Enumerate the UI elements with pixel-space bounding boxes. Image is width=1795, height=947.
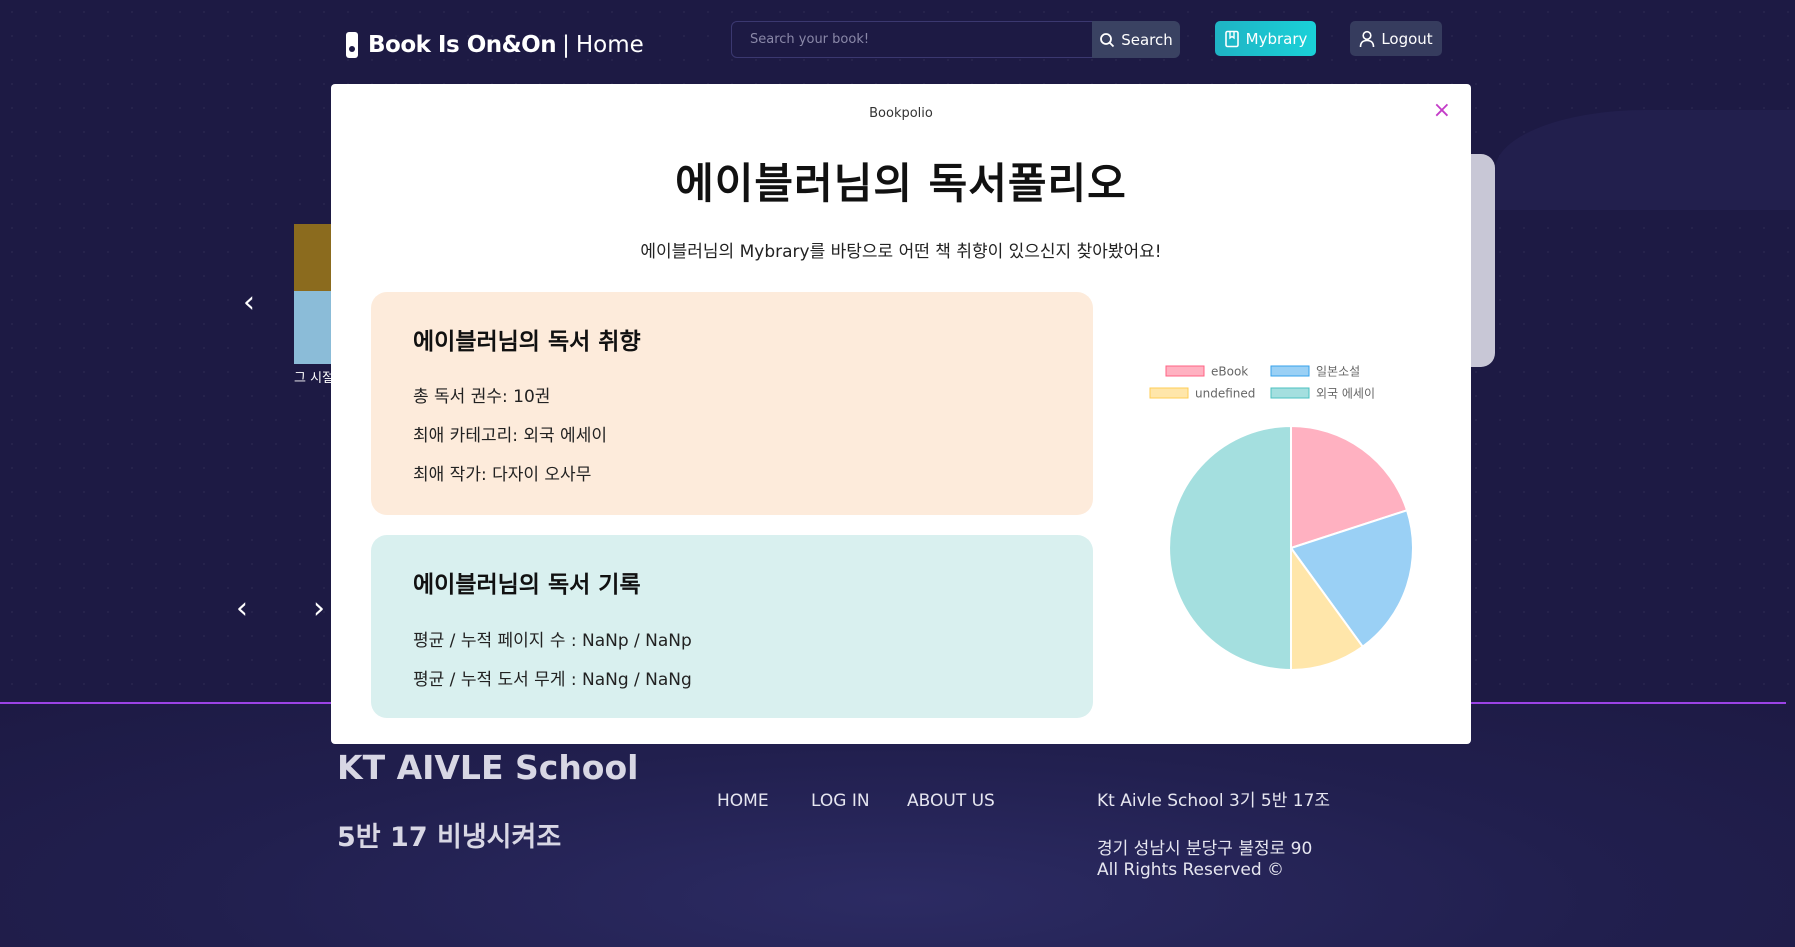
modal-label: Bookpolio bbox=[869, 106, 933, 121]
footer-link-home[interactable]: HOME bbox=[717, 791, 769, 811]
book-icon bbox=[346, 32, 358, 58]
modal-title: 에이블러님의 독서폴리오 bbox=[675, 159, 1127, 208]
page-stats: 평균 / 누적 페이지 수 : NaNp / NaNp bbox=[413, 631, 692, 651]
weight-stats: 평균 / 누적 도서 무게 : NaNg / NaNg bbox=[413, 670, 692, 690]
user-icon bbox=[1359, 30, 1375, 48]
legend-label-3[interactable]: 외국 에세이 bbox=[1316, 387, 1375, 401]
carousel-prev-arrow[interactable]: ‹ bbox=[243, 288, 255, 318]
reading-taste-heading: 에이블러님의 독서 취향 bbox=[413, 329, 641, 355]
favorite-author: 최애 작가: 다자이 오사무 bbox=[413, 465, 592, 485]
search-input[interactable] bbox=[732, 22, 1092, 57]
search-icon bbox=[1099, 32, 1115, 48]
book-cover[interactable] bbox=[294, 224, 334, 364]
legend-label-0[interactable]: eBook bbox=[1211, 365, 1248, 379]
footer-title: KT AIVLE School bbox=[337, 748, 639, 787]
modal-description: 에이블러님의 Mybrary를 바탕으로 어떤 책 취향이 있으신지 찾아봤어요… bbox=[640, 242, 1162, 262]
legend-label-2[interactable]: undefined bbox=[1195, 387, 1255, 401]
pie-slice-3[interactable] bbox=[1168, 424, 1292, 672]
footer-rights: All Rights Reserved © bbox=[1097, 860, 1285, 880]
search-box bbox=[731, 21, 1093, 58]
footer-link-login[interactable]: LOG IN bbox=[811, 791, 870, 811]
carousel-next-arrow[interactable]: › bbox=[313, 594, 325, 624]
footer-team: Kt Aivle School 3기 5반 17조 bbox=[1097, 791, 1331, 811]
search-button-label: Search bbox=[1121, 30, 1173, 49]
reading-taste-card: 에이블러님의 독서 취향 총 독서 권수: 10권 최애 카테고리: 외국 에세… bbox=[371, 292, 1093, 515]
reading-record-card: 에이블러님의 독서 기록 평균 / 누적 페이지 수 : NaNp / NaNp… bbox=[371, 535, 1093, 718]
footer-link-about[interactable]: ABOUT US bbox=[907, 791, 995, 811]
close-icon[interactable]: × bbox=[1433, 100, 1451, 122]
legend-swatch-0[interactable] bbox=[1165, 365, 1205, 377]
brand-title: Book Is On&On bbox=[368, 32, 557, 58]
carousel-prev-arrow-2[interactable]: ‹ bbox=[236, 594, 248, 624]
footer-subtitle: 5반 17 비냉시켜조 bbox=[337, 822, 562, 853]
favorite-category: 최애 카테고리: 외국 에세이 bbox=[413, 426, 607, 446]
mybrary-button-label: Mybrary bbox=[1245, 29, 1308, 48]
bookmark-book-icon bbox=[1224, 30, 1240, 48]
footer-address: 경기 성남시 분당구 불정로 90 bbox=[1097, 839, 1313, 859]
legend-swatch-2[interactable] bbox=[1149, 387, 1189, 399]
search-button[interactable]: Search bbox=[1092, 21, 1180, 58]
reading-record-heading: 에이블러님의 독서 기록 bbox=[413, 572, 641, 598]
bookpolio-modal: Bookpolio × 에이블러님의 독서폴리오 에이블러님의 Mybrary를… bbox=[331, 84, 1471, 744]
logout-button-label: Logout bbox=[1381, 29, 1433, 48]
brand-page: Home bbox=[575, 32, 644, 58]
legend-label-1[interactable]: 일본소설 bbox=[1316, 365, 1360, 379]
brand-separator: | bbox=[562, 32, 570, 58]
category-pie-chart[interactable]: eBook 일본소설 undefined 외국 에세이 bbox=[1131, 354, 1451, 674]
legend-swatch-1[interactable] bbox=[1270, 365, 1310, 377]
total-books: 총 독서 권수: 10권 bbox=[413, 387, 551, 407]
mybrary-button[interactable]: Mybrary bbox=[1215, 21, 1316, 56]
book-caption: 그 시절 bbox=[294, 371, 335, 386]
logout-button[interactable]: Logout bbox=[1350, 21, 1442, 56]
brand-logo[interactable]: Book Is On&On | Home bbox=[346, 28, 644, 62]
legend-swatch-3[interactable] bbox=[1270, 387, 1310, 399]
